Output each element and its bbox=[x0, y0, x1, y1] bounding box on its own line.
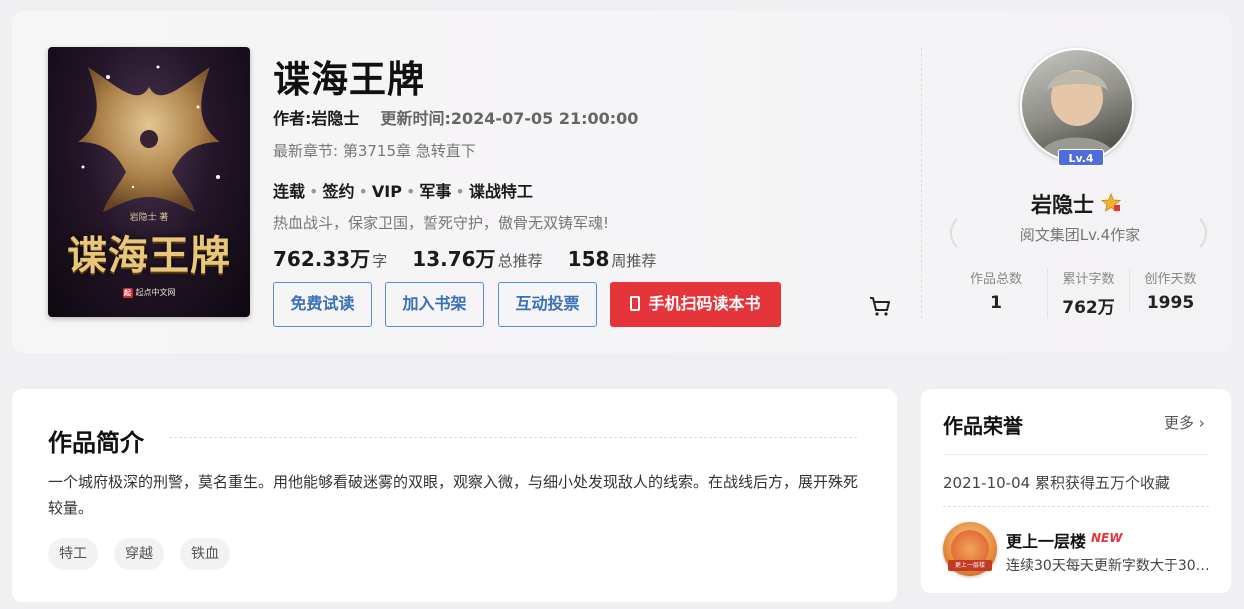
intro-tag-chip[interactable]: 特工 bbox=[48, 538, 98, 570]
add-to-shelf-button[interactable]: 加入书架 bbox=[385, 282, 484, 327]
honor-badge-ribbon: 更上一层楼 bbox=[948, 560, 992, 571]
scan-to-read-button[interactable]: 手机扫码读本书 bbox=[610, 282, 781, 327]
author-stat-words: 累计字数 762万 bbox=[1047, 268, 1129, 318]
book-cover[interactable]: 岩隐士 著 谍海王牌 起起点中文网 bbox=[48, 47, 250, 317]
book-stats: 762.33万字 13.76万 总推荐 158 周推荐 bbox=[273, 243, 676, 272]
intro-text: 一个城府极深的刑警，莫名重生。用他能够看破迷雾的双眼，观察入微，与细小处发现敌人… bbox=[48, 473, 859, 517]
honor-new-badge: NEW bbox=[1091, 531, 1123, 545]
intro-title: 作品简介 bbox=[48, 429, 144, 457]
stat-word-count: 762.33万字 bbox=[273, 247, 388, 271]
scan-to-read-label: 手机扫码读本书 bbox=[648, 296, 761, 313]
free-read-button[interactable]: 免费试读 bbox=[273, 282, 372, 327]
cover-author: 岩隐士 著 bbox=[129, 213, 169, 223]
latest-chapter-link[interactable]: 最新章节: 第3715章 急转直下 bbox=[273, 140, 476, 161]
stat-weekly-recommend: 158 周推荐 bbox=[567, 247, 657, 271]
tag-subcategory[interactable]: 谍战特工 bbox=[469, 182, 533, 201]
cover-title: 谍海王牌 bbox=[67, 232, 231, 279]
chevron-right-icon: › bbox=[1198, 414, 1205, 432]
tag-category[interactable]: 军事 bbox=[419, 182, 451, 201]
book-title: 谍海王牌 bbox=[273, 58, 425, 101]
honors-title: 作品荣誉 bbox=[943, 414, 1023, 438]
intro-card: 作品简介 一个城府极深的刑警，莫名重生。用他能够看破迷雾的双眼，观察入微，与细小… bbox=[12, 389, 897, 602]
laurel-right-icon bbox=[1199, 218, 1207, 248]
author-stat-works: 作品总数 1 bbox=[969, 272, 1022, 313]
author-level-badge: Lv.4 bbox=[1058, 149, 1104, 166]
book-info-card: 岩隐士 著 谍海王牌 起起点中文网 谍海王牌 作者:岩隐士 更新时间:2024-… bbox=[12, 11, 1231, 353]
honors-card: 作品荣誉 更多 › 2021-10-04 累积获得五万个收藏 更上一层楼 更上一… bbox=[921, 389, 1231, 593]
cover-publisher-label: 起点中文网 bbox=[135, 288, 176, 297]
cart-icon[interactable] bbox=[868, 294, 892, 318]
book-author-link[interactable]: 作者:岩隐士 bbox=[273, 109, 359, 128]
author-stats: 作品总数 1 累计字数 762万 创作天数 1995 bbox=[955, 268, 1211, 320]
author-avatar[interactable] bbox=[1020, 48, 1134, 162]
intro-title-divider bbox=[169, 437, 857, 438]
tag-contract: 签约 bbox=[322, 182, 355, 201]
intro-tag-chip[interactable]: 穿越 bbox=[114, 538, 164, 570]
honor-badge-desc: 连续30天每天更新字数大于3000字 bbox=[1006, 558, 1210, 574]
honor-badge-icon: 更上一层楼 bbox=[943, 522, 997, 576]
author-stat-days: 创作天数 1995 bbox=[1129, 268, 1211, 313]
stat-total-recommend: 13.76万 总推荐 bbox=[412, 247, 543, 271]
book-tags: 连载 • 签约 • VIP • 军事 • 谍战特工 bbox=[273, 182, 533, 201]
honors-divider bbox=[943, 454, 1209, 455]
tag-status: 连载 bbox=[273, 182, 306, 201]
honors-more-link[interactable]: 更多 › bbox=[1164, 412, 1205, 433]
book-meta: 作者:岩隐士 更新时间:2024-07-05 21:00:00 bbox=[273, 105, 638, 129]
author-title: 阅文集团Lv.4作家 bbox=[1019, 226, 1141, 244]
vote-button[interactable]: 互动投票 bbox=[498, 282, 597, 327]
author-name[interactable]: 岩隐士 bbox=[1031, 189, 1094, 219]
intro-tag-chip[interactable]: 铁血 bbox=[180, 538, 230, 570]
phone-icon bbox=[630, 296, 641, 311]
book-slogan: 热血战斗，保家卫国，誓死守护，傲骨无双铸军魂! bbox=[273, 214, 610, 232]
tag-vip: VIP bbox=[371, 182, 402, 201]
info-divider bbox=[921, 48, 922, 318]
update-time: 更新时间:2024-07-05 21:00:00 bbox=[380, 109, 639, 128]
honors-divider bbox=[943, 506, 1209, 507]
cover-publisher: 起起点中文网 bbox=[48, 287, 250, 298]
author-medal-icon bbox=[1101, 193, 1121, 212]
honor-badge-name: 更上一层楼 bbox=[1006, 532, 1087, 551]
publisher-logo-icon: 起 bbox=[122, 287, 133, 298]
honor-record: 2021-10-04 累积获得五万个收藏 bbox=[943, 474, 1170, 492]
